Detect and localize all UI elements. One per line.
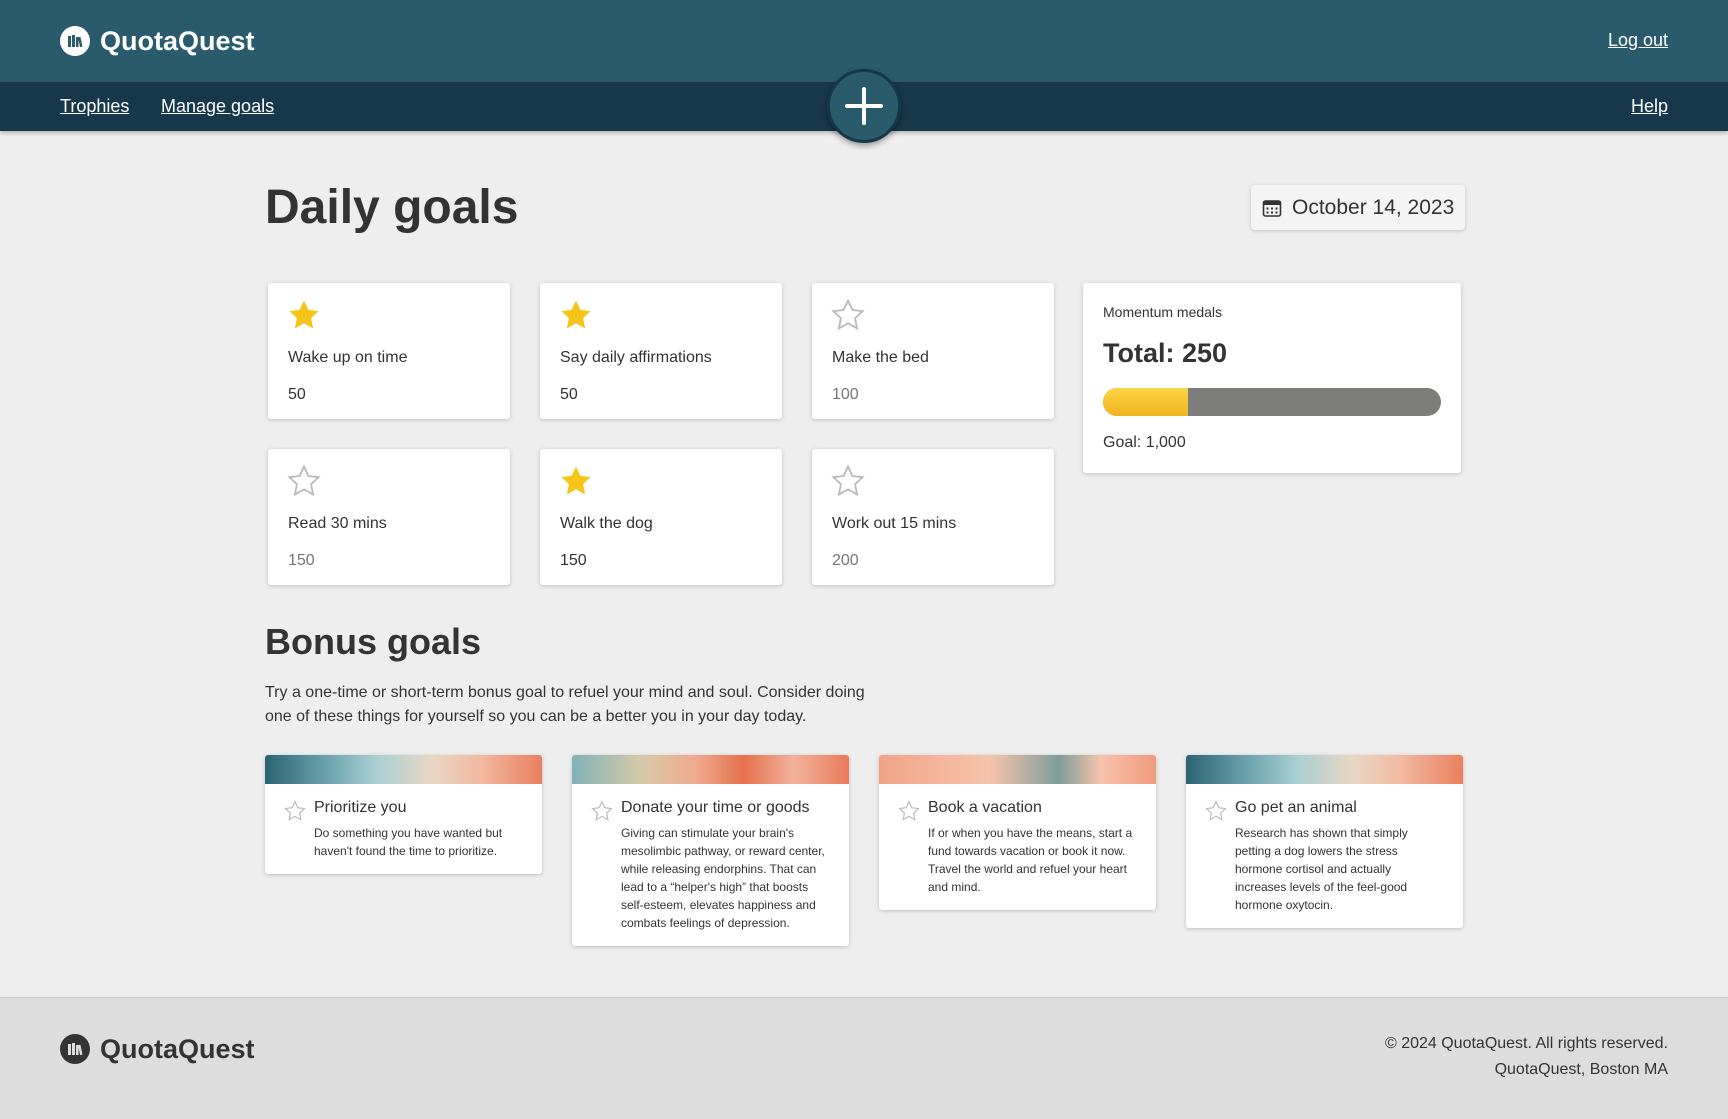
goal-card[interactable]: Make the bed 100 bbox=[812, 283, 1054, 419]
bonus-card-image bbox=[265, 755, 542, 784]
nav-manage-goals[interactable]: Manage goals bbox=[161, 96, 274, 117]
goal-points: 150 bbox=[560, 552, 587, 569]
bonus-description: Try a one-time or short-term bonus goal … bbox=[265, 684, 865, 725]
momentum-progress-fill bbox=[1103, 388, 1188, 416]
momentum-title: Momentum medals bbox=[1103, 304, 1223, 320]
goal-points: 50 bbox=[560, 386, 578, 403]
star-outline-icon[interactable] bbox=[1205, 800, 1227, 822]
goal-card[interactable]: Walk the dog 150 bbox=[540, 449, 782, 585]
goal-card[interactable]: Work out 15 mins 200 bbox=[812, 449, 1054, 585]
bonus-card-title: Donate your time or goods bbox=[621, 799, 810, 816]
nav-trophies[interactable]: Trophies bbox=[60, 96, 129, 117]
goal-points: 50 bbox=[288, 386, 306, 403]
goal-card[interactable]: Read 30 mins 150 bbox=[268, 449, 510, 585]
bonus-card-image bbox=[879, 755, 1156, 784]
bonus-card[interactable]: Donate your time or goods Giving can sti… bbox=[572, 755, 849, 946]
goal-label: Wake up on time bbox=[288, 349, 408, 366]
bonus-card-title: Go pet an animal bbox=[1235, 799, 1357, 816]
bonus-card[interactable]: Go pet an animal Research has shown that… bbox=[1186, 755, 1463, 928]
add-goal-button[interactable] bbox=[827, 69, 901, 143]
bonus-card-image bbox=[572, 755, 849, 784]
date-text: October 14, 2023 bbox=[1292, 195, 1455, 219]
goal-label: Walk the dog bbox=[560, 515, 653, 532]
books-logo-icon bbox=[60, 1034, 90, 1064]
star-outline-icon[interactable] bbox=[831, 298, 865, 332]
goal-card[interactable]: Wake up on time 50 bbox=[268, 283, 510, 419]
goal-label: Say daily affirmations bbox=[560, 349, 712, 366]
star-outline-icon[interactable] bbox=[831, 464, 865, 498]
brand[interactable]: QuotaQuest bbox=[60, 24, 255, 58]
star-outline-icon[interactable] bbox=[287, 464, 321, 498]
momentum-goal: Goal: 1,000 bbox=[1103, 434, 1186, 451]
bonus-card[interactable]: Prioritize you Do something you have wan… bbox=[265, 755, 542, 874]
goal-points: 100 bbox=[832, 386, 859, 403]
footer: QuotaQuest © 2024 QuotaQuest. All rights… bbox=[0, 997, 1728, 1119]
bonus-card-image bbox=[1186, 755, 1463, 784]
goal-label: Work out 15 mins bbox=[832, 515, 957, 532]
momentum-progress-bar bbox=[1103, 388, 1441, 416]
momentum-total: Total: 250 bbox=[1103, 338, 1228, 368]
star-icon[interactable] bbox=[287, 298, 321, 332]
bonus-card-text: Research has shown that simply petting a… bbox=[1235, 826, 1408, 912]
goal-card[interactable]: Say daily affirmations 50 bbox=[540, 283, 782, 419]
footer-copyright: © 2024 QuotaQuest. All rights reserved. bbox=[1384, 1035, 1668, 1052]
bonus-card-text: Do something you have wanted but haven't… bbox=[314, 826, 503, 858]
star-outline-icon[interactable] bbox=[284, 800, 306, 822]
page-title: Daily goals bbox=[265, 181, 519, 234]
plus-icon bbox=[845, 87, 883, 125]
bonus-card[interactable]: Book a vacation If or when you have the … bbox=[879, 755, 1156, 910]
goal-points: 200 bbox=[832, 552, 859, 569]
goal-label: Make the bed bbox=[832, 349, 929, 366]
footer-location: QuotaQuest, Boston MA bbox=[1494, 1061, 1668, 1078]
goal-points: 150 bbox=[288, 552, 315, 569]
footer-brand-name: QuotaQuest bbox=[100, 1034, 255, 1064]
nav-help[interactable]: Help bbox=[1631, 96, 1668, 117]
bonus-card-text: If or when you have the means, start a f… bbox=[928, 826, 1133, 894]
star-outline-icon[interactable] bbox=[898, 800, 920, 822]
books-logo-icon bbox=[60, 26, 90, 56]
goal-label: Read 30 mins bbox=[288, 515, 387, 532]
star-icon[interactable] bbox=[559, 464, 593, 498]
bonus-card-title: Book a vacation bbox=[928, 799, 1042, 816]
bonus-title: Bonus goals bbox=[265, 621, 482, 662]
star-outline-icon[interactable] bbox=[591, 800, 613, 822]
bonus-card-text: Giving can stimulate your brain's mesoli… bbox=[621, 826, 825, 930]
calendar-icon bbox=[1262, 199, 1282, 217]
star-icon[interactable] bbox=[559, 298, 593, 332]
logout-link[interactable]: Log out bbox=[1608, 30, 1668, 51]
date-picker[interactable]: October 14, 2023 bbox=[1251, 185, 1465, 230]
brand-name: QuotaQuest bbox=[100, 26, 255, 56]
footer-brand[interactable]: QuotaQuest bbox=[60, 1032, 255, 1066]
momentum-card: Momentum medals Total: 250 Goal: 1,000 bbox=[1083, 283, 1461, 473]
bonus-card-title: Prioritize you bbox=[314, 799, 407, 816]
